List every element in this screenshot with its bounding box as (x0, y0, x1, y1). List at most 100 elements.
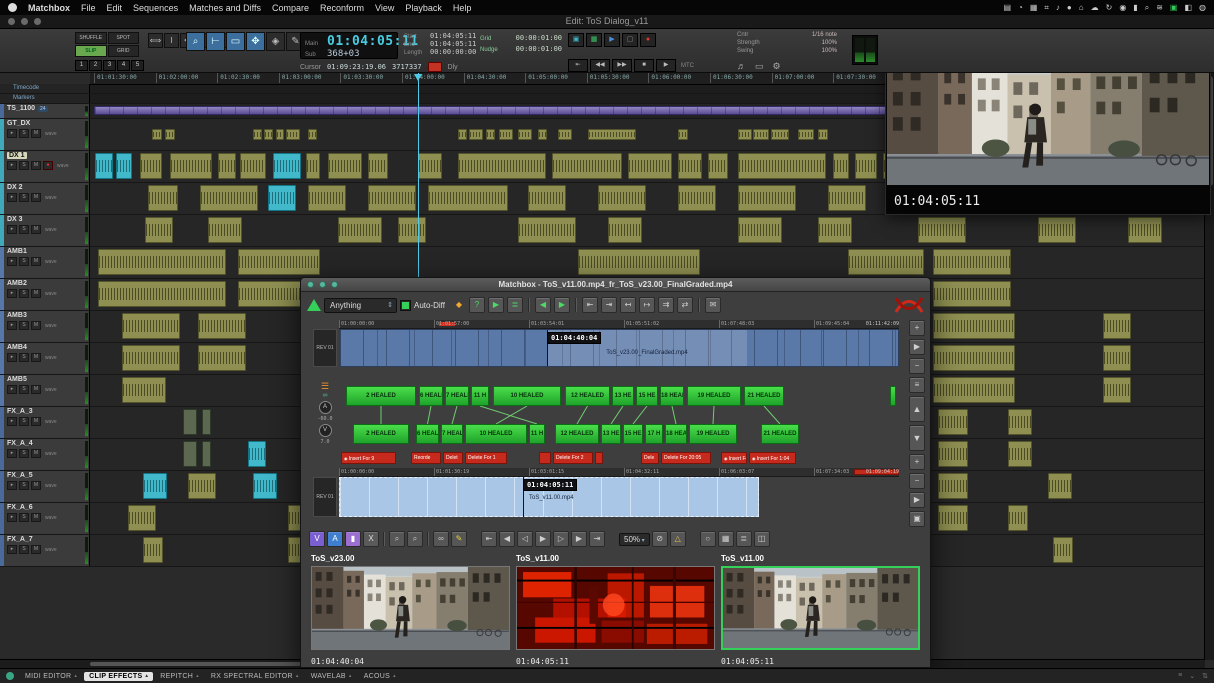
menu-item[interactable]: Sequences (133, 3, 178, 13)
track-view-selector[interactable]: wave (45, 355, 57, 361)
speaker-icon[interactable]: ♬ (737, 61, 746, 72)
record-button[interactable]: ● (640, 33, 656, 47)
solo-button[interactable]: S (19, 321, 29, 330)
x-mode-button[interactable]: X (363, 531, 379, 547)
bottom-tab-repitch[interactable]: REPITCH▴ (155, 672, 204, 681)
zoom-preset-1-button[interactable]: 1 (75, 60, 88, 71)
zoom-tool-button[interactable]: ⌕ (186, 32, 205, 51)
match-filter-select[interactable]: Anything (324, 298, 397, 313)
diff-marker[interactable]: Dele (641, 452, 659, 464)
audio-clip[interactable] (240, 153, 266, 179)
next-cut-button[interactable]: ▶ (571, 531, 587, 547)
track-header[interactable]: FX_A_4▸SMwave (0, 439, 90, 470)
audio-clip[interactable] (165, 129, 175, 140)
track-view-selector[interactable]: wave (57, 163, 69, 169)
menu-item[interactable]: File (81, 3, 96, 13)
fader-icon[interactable]: ▭ (755, 61, 764, 72)
audio-clip[interactable] (708, 153, 728, 179)
healed-block[interactable]: 10 HEALED (493, 386, 561, 406)
mode-shuffle-button[interactable]: SHUFFLE (75, 32, 107, 44)
audio-clip[interactable] (188, 473, 216, 499)
step-forward-button[interactable]: ▷ (553, 531, 569, 547)
track-arrow-icon[interactable]: ▸ (7, 417, 17, 426)
track-name[interactable]: FX_A_6 (7, 504, 33, 511)
main-counter[interactable]: Main 01:04:05:11 Sub 368+03 (300, 32, 398, 59)
play-preview-button[interactable]: ▶ (535, 531, 551, 547)
next-match-button[interactable]: ▶ (554, 297, 570, 313)
track-view-selector[interactable]: wave (45, 259, 57, 265)
auto-scroll-button[interactable]: ▶ (909, 339, 925, 355)
track-lane[interactable] (90, 215, 1205, 246)
video-thumbnail[interactable]: ToS_v11.0001:04:05:11 (516, 554, 715, 666)
zoom-preset-5-button[interactable]: 5 (131, 60, 144, 71)
audio-clip[interactable] (678, 129, 688, 140)
matchbox-window[interactable]: Matchbox - ToS_v11.00.mp4_fr_ToS_v23.00_… (300, 277, 931, 668)
menu-item[interactable]: Edit (107, 3, 123, 13)
diamond-icon[interactable]: ◆ (452, 298, 466, 312)
video-knob[interactable]: V (319, 424, 332, 437)
track-arrow-icon[interactable]: ▸ (7, 449, 17, 458)
audio-clip[interactable] (918, 217, 966, 243)
matchbox-titlebar[interactable]: Matchbox - ToS_v11.00.mp4_fr_ToS_v23.00_… (301, 278, 930, 292)
audio-clip[interactable] (1103, 377, 1131, 403)
matchbox-ruler-a[interactable]: 01:00:00:0001:01:57:0001:03:54:0101:05:5… (339, 320, 899, 329)
go-end-button[interactable]: ⇥ (589, 531, 605, 547)
audio-clip[interactable] (122, 313, 180, 339)
audio-clip[interactable] (518, 129, 532, 140)
scroll-down-button[interactable]: ▼ (909, 425, 925, 451)
healed-block[interactable]: 15 HE (623, 424, 643, 444)
zoom-window-button[interactable] (34, 18, 41, 25)
diff-marker[interactable] (539, 452, 551, 464)
stats-icon[interactable]: ◔ (1018, 0, 1023, 15)
audio-knob[interactable]: A (319, 401, 332, 414)
zoom-out-v-button[interactable]: − (909, 473, 925, 489)
list-view-button[interactable]: ≣ (736, 531, 752, 547)
healed-block[interactable]: 13 HE (612, 386, 634, 406)
selector-tool-icon[interactable]: I (164, 33, 179, 48)
audio-clip[interactable] (253, 473, 277, 499)
audio-clip[interactable] (798, 129, 814, 140)
music-icon[interactable]: ♪ (1056, 0, 1060, 15)
audio-clip[interactable] (198, 313, 246, 339)
audio-clip[interactable] (848, 249, 924, 275)
zoom-in-button[interactable]: ⌕ (407, 531, 423, 547)
audio-clip[interactable] (558, 129, 572, 140)
audio-clip[interactable] (183, 441, 197, 467)
bottom-tab-clip-effects[interactable]: CLIP EFFECTS▴ (84, 672, 153, 681)
text-mode-button[interactable]: ▮ (345, 531, 361, 547)
mute-button[interactable]: M (31, 545, 41, 554)
audio-clip[interactable] (122, 377, 166, 403)
solo-button[interactable]: S (19, 193, 29, 202)
audio-clip[interactable] (398, 217, 426, 243)
audio-clip[interactable] (202, 409, 211, 435)
diff-marker[interactable]: Insert For 9 (341, 452, 396, 464)
track-arrow-icon[interactable]: ▸ (7, 513, 17, 522)
matchbox-ruler-b[interactable]: 01:00:00:0001:01:30:1901:03:01:1501:04:3… (339, 468, 899, 477)
healed-block[interactable]: 10 HEALED (465, 424, 527, 444)
track-arrow-icon[interactable]: ▸ (7, 193, 17, 202)
swap-button[interactable]: ⇄ (677, 297, 693, 313)
audio-clip[interactable] (328, 153, 362, 179)
audio-clip[interactable] (198, 345, 246, 371)
solo-button[interactable]: S (19, 353, 29, 362)
zoom-preset-3-button[interactable]: 3 (103, 60, 116, 71)
track-arrow-icon[interactable]: ▸ (7, 353, 17, 362)
hamburger-icon[interactable]: ☰ (321, 382, 329, 390)
video-mode-button[interactable]: V (309, 531, 325, 547)
rewind-button[interactable]: ◀◀ (590, 59, 610, 72)
collapse-icon[interactable]: ⌄ (1189, 672, 1195, 680)
matchbox-close-button[interactable] (307, 281, 314, 288)
track-view-selector[interactable]: wave (45, 323, 57, 329)
track-header[interactable]: AMB2▸SMwave (0, 279, 90, 310)
track-header[interactable]: FX_A_6▸SMwave (0, 503, 90, 534)
mute-button[interactable]: M (31, 129, 41, 138)
menu-item[interactable]: Help (453, 3, 472, 13)
stop-button[interactable]: ■ (634, 59, 654, 72)
audio-clip[interactable] (933, 249, 1011, 275)
healed-block[interactable]: 6 HEALE (416, 424, 439, 444)
track-name[interactable]: GT_DX (7, 120, 30, 127)
track-name[interactable]: FX_A_7 (7, 536, 33, 543)
audio-clip[interactable] (128, 505, 156, 531)
app-menu[interactable]: Matchbox (28, 3, 70, 13)
audio-clip[interactable] (818, 217, 852, 243)
